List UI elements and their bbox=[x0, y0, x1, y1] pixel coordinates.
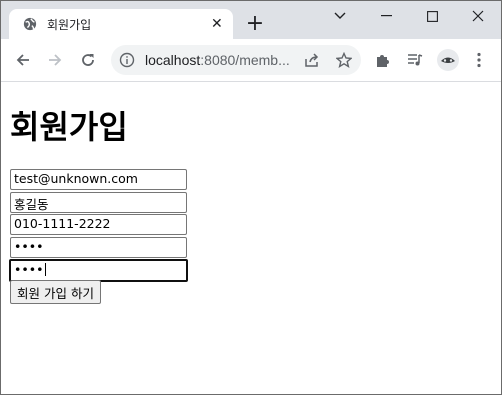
globe-icon bbox=[23, 17, 37, 31]
extensions-button[interactable] bbox=[372, 49, 394, 71]
signup-submit-label: 회원 가입 하기 bbox=[17, 285, 94, 301]
back-arrow-icon bbox=[16, 54, 29, 66]
tab-search-button[interactable] bbox=[317, 1, 363, 31]
maximize-button[interactable] bbox=[409, 1, 455, 31]
puzzle-icon bbox=[377, 55, 389, 67]
kebab-menu-icon bbox=[477, 52, 481, 68]
back-button[interactable] bbox=[12, 49, 34, 71]
url-host: localhost bbox=[145, 52, 201, 68]
browser-toolbar: localhost:8080/memb... bbox=[1, 39, 501, 82]
star-icon bbox=[336, 52, 352, 68]
browser-window: 회원가입 ✕ + localhost:8080/memb... 회원가입 tes… bbox=[0, 0, 502, 395]
chevron-down-icon bbox=[334, 12, 346, 19]
url-path: :8080/memb... bbox=[200, 52, 290, 68]
maximize-icon bbox=[426, 10, 438, 22]
password-value: •••• bbox=[14, 239, 44, 254]
phone-value: 010-1111-2222 bbox=[14, 216, 111, 231]
info-icon[interactable] bbox=[119, 52, 135, 68]
signup-submit-button[interactable]: 회원 가입 하기 bbox=[10, 280, 101, 304]
text-caret bbox=[44, 263, 46, 276]
password-confirm-dots: •••• bbox=[14, 262, 44, 277]
address-bar[interactable]: localhost:8080/memb... bbox=[111, 45, 361, 75]
close-window-button[interactable] bbox=[455, 1, 501, 31]
phone-field[interactable]: 010-1111-2222 bbox=[10, 214, 187, 235]
name-field[interactable]: 홍길동 bbox=[10, 192, 187, 213]
page-title: 회원가입 bbox=[10, 108, 128, 146]
minimize-icon bbox=[380, 15, 392, 17]
forward-button[interactable] bbox=[44, 49, 66, 71]
email-field[interactable]: test@unknown.com bbox=[10, 169, 187, 190]
media-button[interactable] bbox=[404, 49, 426, 71]
name-value: 홍길동 bbox=[14, 197, 49, 212]
reload-icon bbox=[82, 54, 94, 66]
profile-avatar[interactable] bbox=[437, 49, 459, 71]
bookmark-button[interactable] bbox=[333, 49, 355, 71]
forward-arrow-icon bbox=[49, 54, 62, 66]
tab-strip: 회원가입 ✕ + bbox=[1, 1, 501, 39]
page-content: 회원가입 test@unknown.com 홍길동 010-1111-2222 … bbox=[1, 82, 501, 394]
share-icon bbox=[305, 53, 319, 67]
password-confirm-field[interactable]: •••• bbox=[9, 259, 188, 282]
media-queue-icon bbox=[408, 54, 423, 66]
reload-button[interactable] bbox=[77, 49, 99, 71]
close-icon bbox=[472, 10, 484, 22]
email-value: test@unknown.com bbox=[14, 171, 138, 186]
new-tab-button[interactable]: + bbox=[245, 13, 265, 35]
tab-active[interactable]: 회원가입 ✕ bbox=[9, 9, 233, 39]
menu-button[interactable] bbox=[468, 49, 490, 71]
share-button[interactable] bbox=[301, 49, 323, 71]
password-confirm-value: •••• bbox=[14, 262, 46, 277]
tab-close-button[interactable]: ✕ bbox=[211, 16, 223, 32]
password-field[interactable]: •••• bbox=[10, 237, 187, 258]
minimize-button[interactable] bbox=[363, 1, 409, 31]
profile-icon bbox=[438, 50, 458, 70]
tab-title: 회원가입 bbox=[47, 18, 92, 32]
url-text[interactable]: localhost:8080/memb... bbox=[145, 52, 290, 68]
